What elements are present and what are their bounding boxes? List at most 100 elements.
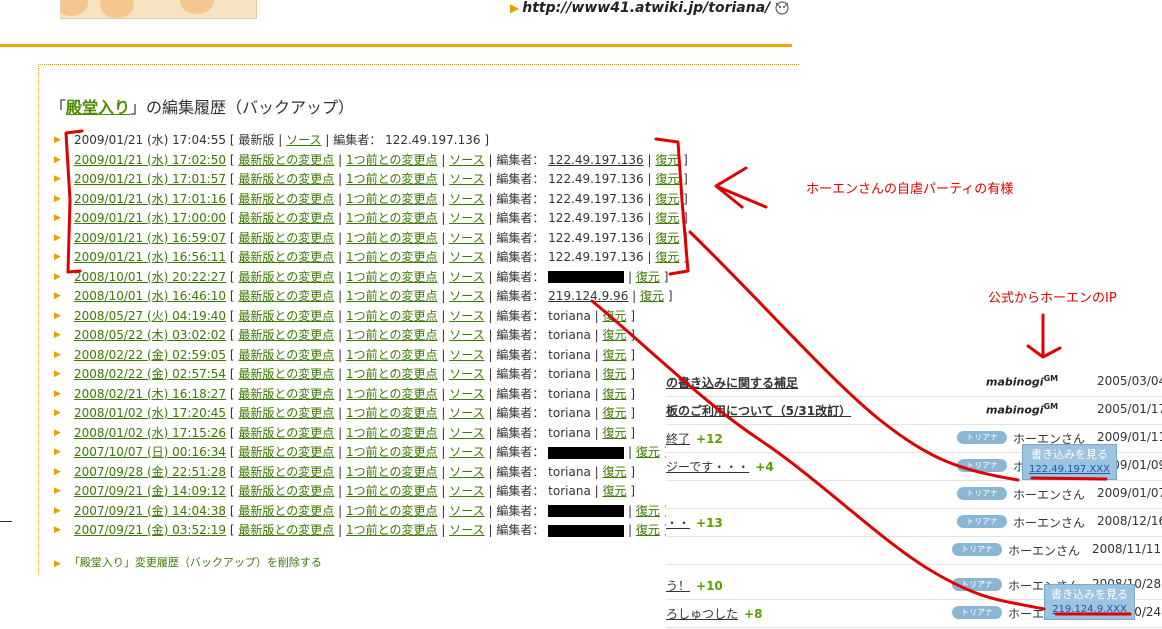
diff-latest-link[interactable]: 最新版との変更点 [238, 406, 334, 420]
view-posts-tooltip[interactable]: 書き込みを見る 219.124.9.XXX [1044, 584, 1135, 620]
source-link[interactable]: ソース [449, 192, 484, 206]
diff-latest-link[interactable]: 最新版との変更点 [238, 231, 334, 245]
diff-prev-link[interactable]: 1つ前との変更点 [346, 523, 438, 537]
diff-prev-link[interactable]: 1つ前との変更点 [346, 231, 438, 245]
revision-date-link[interactable]: 2008/10/01 (水) 20:22:27 [74, 270, 226, 284]
diff-prev-link[interactable]: 1つ前との変更点 [346, 153, 438, 167]
revision-date-link[interactable]: 2008/01/02 (水) 17:15:26 [74, 426, 226, 440]
revision-date-link[interactable]: 2008/10/01 (水) 16:46:10 [74, 289, 226, 303]
diff-latest-link[interactable]: 最新版との変更点 [238, 426, 334, 440]
source-link[interactable]: ソース [449, 231, 484, 245]
diff-prev-link[interactable]: 1つ前との変更点 [346, 328, 438, 342]
forum-row[interactable]: トリアナ ホーエンさん 2008/11/11 [666, 536, 1162, 565]
restore-link[interactable]: 復元 [603, 309, 627, 323]
diff-latest-link[interactable]: 最新版との変更点 [238, 192, 334, 206]
source-link[interactable]: ソース [449, 270, 484, 284]
source-link[interactable]: ソース [449, 387, 484, 401]
diff-prev-link[interactable]: 1つ前との変更点 [346, 270, 438, 284]
diff-prev-link[interactable]: 1つ前との変更点 [346, 211, 438, 225]
diff-latest-link[interactable]: 最新版との変更点 [238, 172, 334, 186]
source-link[interactable]: ソース [449, 426, 484, 440]
view-posts-tooltip[interactable]: 書き込みを見る 122.49.197.XXX [1022, 444, 1117, 480]
diff-latest-link[interactable]: 最新版との変更点 [238, 445, 334, 459]
revision-date-link[interactable]: 2009/01/21 (水) 16:56:11 [74, 250, 226, 264]
source-link[interactable]: ソース [449, 484, 484, 498]
diff-latest-link[interactable]: 最新版との変更点 [238, 387, 334, 401]
restore-link[interactable]: 復元 [603, 367, 627, 381]
diff-latest-link[interactable]: 最新版との変更点 [238, 484, 334, 498]
revision-date-link[interactable]: 2007/09/21 (金) 03:52:19 [74, 523, 226, 537]
forum-post-title[interactable]: ・・ +13 [666, 514, 723, 531]
diff-prev-link[interactable]: 1つ前との変更点 [346, 289, 438, 303]
revision-date-link[interactable]: 2007/09/28 (金) 22:51:28 [74, 465, 226, 479]
diff-latest-link[interactable]: 最新版との変更点 [238, 289, 334, 303]
revision-date-link[interactable]: 2008/05/22 (木) 03:02:02 [74, 328, 226, 342]
source-link[interactable]: ソース [449, 465, 484, 479]
forum-post-title[interactable]: う！ +10 [666, 577, 723, 594]
diff-prev-link[interactable]: 1つ前との変更点 [346, 406, 438, 420]
diff-latest-link[interactable]: 最新版との変更点 [238, 367, 334, 381]
diff-prev-link[interactable]: 1つ前との変更点 [346, 426, 438, 440]
source-link[interactable]: ソース [449, 289, 484, 303]
restore-link[interactable]: 復元 [655, 250, 679, 264]
revision-date-link[interactable]: 2008/02/21 (木) 16:18:27 [74, 387, 226, 401]
revision-date-link[interactable]: 2007/09/21 (金) 14:09:12 [74, 484, 226, 498]
diff-latest-link[interactable]: 最新版との変更点 [238, 504, 334, 518]
forum-post-title[interactable]: 板のご利用について（5/31改訂） [666, 402, 851, 419]
diff-prev-link[interactable]: 1つ前との変更点 [346, 309, 438, 323]
revision-date-link[interactable]: 2008/05/27 (火) 04:19:40 [74, 309, 226, 323]
diff-prev-link[interactable]: 1つ前との変更点 [346, 504, 438, 518]
diff-prev-link[interactable]: 1つ前との変更点 [346, 348, 438, 362]
page-name-link[interactable]: 殿堂入り [66, 98, 130, 117]
restore-link[interactable]: 復元 [655, 172, 679, 186]
revision-date-link[interactable]: 2008/02/22 (金) 02:59:05 [74, 348, 226, 362]
source-link[interactable]: ソース [449, 348, 484, 362]
revision-date-link[interactable]: 2008/02/22 (金) 02:57:54 [74, 367, 226, 381]
post-author[interactable]: ホーエンさん [1013, 486, 1085, 503]
forum-row[interactable]: 板のご利用について（5/31改訂） mabinogiGM 2005/01/17 [666, 396, 1162, 425]
diff-prev-link[interactable]: 1つ前との変更点 [346, 387, 438, 401]
restore-link[interactable]: 復元 [603, 387, 627, 401]
diff-latest-link[interactable]: 最新版との変更点 [238, 309, 334, 323]
revision-date-link[interactable]: 2007/10/07 (日) 00:16:34 [74, 445, 226, 459]
diff-prev-link[interactable]: 1つ前との変更点 [346, 484, 438, 498]
forum-post-title[interactable]: ジーです・・・ +4 [666, 458, 774, 475]
forum-row[interactable]: トリアナ ホーエンさん 2009/01/07 [666, 480, 1162, 509]
source-link[interactable]: ソース [449, 309, 484, 323]
source-link[interactable]: ソース [449, 406, 484, 420]
forum-post-title[interactable]: 終了 +12 [666, 430, 723, 447]
revision-date-link[interactable]: 2009/01/21 (水) 17:01:16 [74, 192, 226, 206]
source-link[interactable]: ソース [449, 211, 484, 225]
diff-prev-link[interactable]: 1つ前との変更点 [346, 192, 438, 206]
restore-link[interactable]: 復元 [603, 484, 627, 498]
diff-latest-link[interactable]: 最新版との変更点 [238, 211, 334, 225]
forum-row[interactable]: の書き込みに関する補足 mabinogiGM 2005/03/04 [666, 368, 1162, 397]
revision-date-link[interactable]: 2007/09/21 (金) 14:04:38 [74, 504, 226, 518]
source-link[interactable]: ソース [449, 328, 484, 342]
source-link[interactable]: ソース [449, 504, 484, 518]
diff-prev-link[interactable]: 1つ前との変更点 [346, 465, 438, 479]
restore-link[interactable]: 復元 [603, 348, 627, 362]
restore-link[interactable]: 復元 [603, 406, 627, 420]
source-link[interactable]: ソース [449, 250, 484, 264]
restore-link[interactable]: 復元 [655, 231, 679, 245]
source-link[interactable]: ソース [286, 133, 321, 147]
restore-link[interactable]: 復元 [655, 153, 679, 167]
diff-prev-link[interactable]: 1つ前との変更点 [346, 367, 438, 381]
restore-link[interactable]: 復元 [636, 523, 660, 537]
diff-latest-link[interactable]: 最新版との変更点 [238, 465, 334, 479]
tooltip-ip[interactable]: 122.49.197.XXX [1029, 462, 1110, 477]
source-link[interactable]: ソース [449, 523, 484, 537]
source-link[interactable]: ソース [449, 445, 484, 459]
revision-date-link[interactable]: 2009/01/21 (水) 17:01:57 [74, 172, 226, 186]
restore-link[interactable]: 復元 [603, 328, 627, 342]
site-url[interactable]: ▶ http://www41.atwiki.jp/toriana/ [510, 0, 770, 16]
diff-latest-link[interactable]: 最新版との変更点 [238, 523, 334, 537]
forum-row[interactable]: ・・ +13 トリアナ ホーエンさん 2008/12/16 [666, 508, 1162, 537]
diff-latest-link[interactable]: 最新版との変更点 [238, 328, 334, 342]
forum-post-title[interactable]: ろしゅつした +8 [666, 605, 762, 622]
delete-history-link[interactable]: ▶ 「殿堂入り」変更履歴（バックアップ）を削除する [54, 554, 322, 570]
forum-post-title[interactable]: の書き込みに関する補足 [666, 374, 798, 391]
revision-date-link[interactable]: 2008/01/02 (水) 17:20:45 [74, 406, 226, 420]
editor-ip-link[interactable]: 122.49.197.136 [548, 153, 643, 167]
